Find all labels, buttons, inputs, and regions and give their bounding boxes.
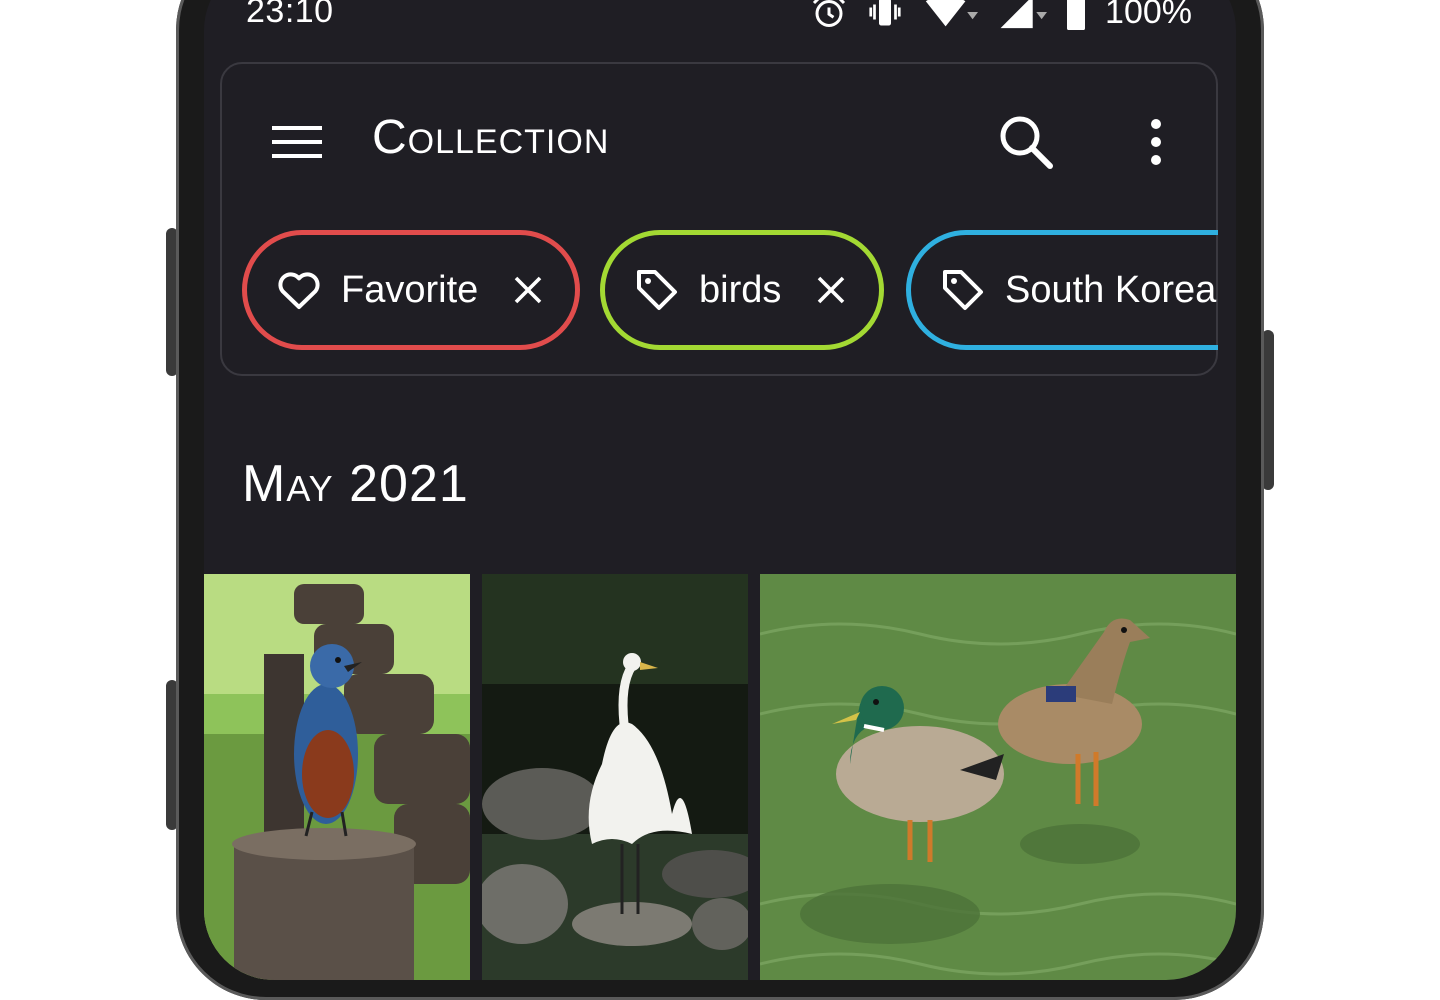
more-vert-icon[interactable]	[1136, 110, 1176, 174]
heart-icon	[275, 266, 323, 314]
chip-label: birds	[699, 268, 782, 311]
status-icons: 100%	[811, 0, 1192, 32]
tag-icon	[939, 266, 987, 314]
chip-birds[interactable]: birds	[600, 230, 884, 350]
alarm-icon	[811, 0, 847, 30]
top-app-bar: Collection Favorite birds South Korea	[220, 62, 1218, 376]
search-icon[interactable]	[994, 110, 1058, 174]
menu-icon[interactable]	[266, 114, 326, 170]
photo-thumbnail[interactable]	[482, 574, 748, 980]
battery-icon	[1065, 0, 1087, 30]
page-title: Collection	[372, 111, 610, 164]
vibrate-icon	[865, 0, 905, 30]
filter-chips: Favorite birds South Korea	[242, 226, 1218, 358]
chip-label: South Korea	[1005, 268, 1217, 311]
photo-thumbnail[interactable]	[760, 574, 1236, 980]
status-time: 23:10	[246, 0, 334, 30]
signal-icon	[997, 0, 1048, 30]
chip-south-korea[interactable]: South Korea	[906, 230, 1218, 350]
section-title: May 2021	[242, 455, 469, 513]
wifi-icon	[923, 0, 979, 30]
close-icon[interactable]	[510, 272, 546, 308]
chip-label: Favorite	[341, 268, 479, 311]
tag-icon	[633, 266, 681, 314]
battery-percent: 100%	[1105, 0, 1192, 31]
app-screen: 23:10 100% Collection Favorite birds Sou…	[204, 0, 1236, 980]
chip-favorite[interactable]: Favorite	[242, 230, 580, 350]
photo-thumbnail[interactable]	[204, 574, 470, 980]
close-icon[interactable]	[813, 272, 849, 308]
